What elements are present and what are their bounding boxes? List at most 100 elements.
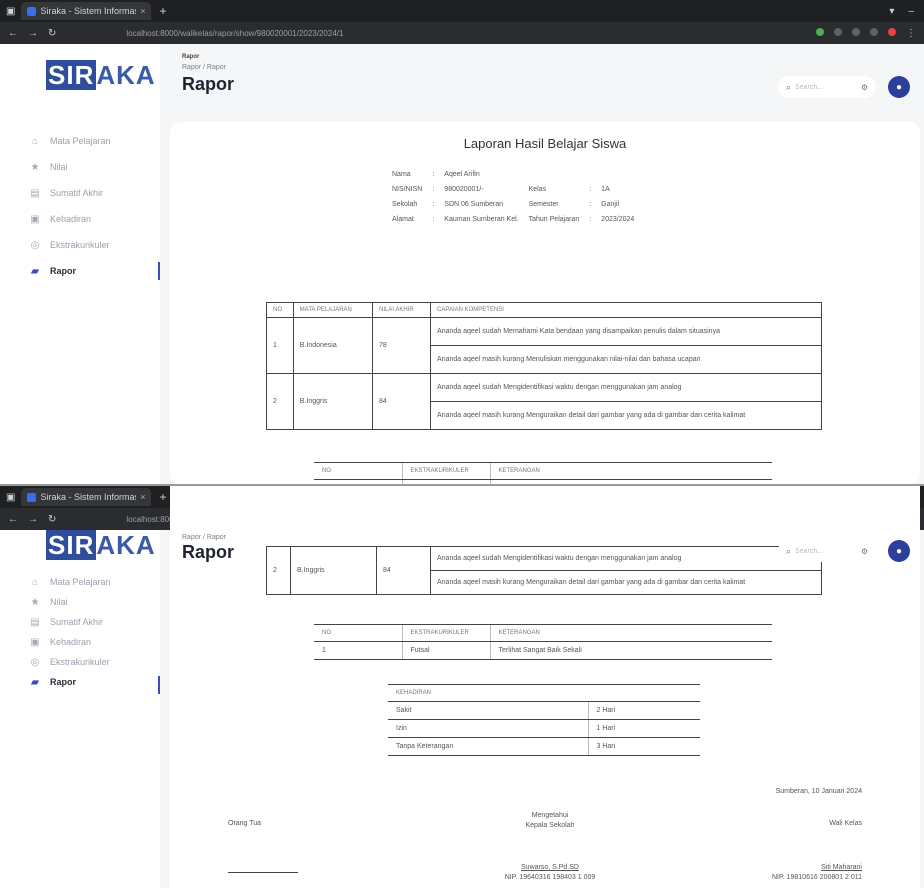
reload-icon[interactable]: ↻ [48, 28, 56, 39]
tab-title: Siraka - Sistem Informasi R... [40, 492, 136, 502]
favicon-icon [27, 6, 37, 16]
sidebar-item-mata-pelajaran[interactable]: ⌂ Mata Pelajaran [30, 572, 160, 592]
sidebar-nav: ⌂ Mata Pelajaran ★ Nilai ▤ Sumatif Akhir ▣ K… [30, 128, 160, 284]
header-section-label: Rapor [182, 54, 200, 60]
search-icon: ⌕ [786, 545, 792, 556]
attendance-header-row: KEHADIRAN [388, 684, 700, 702]
page-title: Rapor [182, 542, 235, 562]
sidebar-item-nilai[interactable]: ★ Nilai [30, 592, 160, 612]
settings-icon[interactable]: ⚙ [861, 83, 868, 92]
info-row: Nama: Aqeel Arifin [392, 171, 480, 178]
book-icon: ▰ [31, 265, 39, 277]
tab-title: Siraka - Sistem Informasi R... [40, 6, 136, 16]
forward-icon[interactable]: → [28, 28, 38, 39]
avatar[interactable]: ● [888, 540, 910, 562]
document-icon: ▤ [30, 187, 40, 199]
breadcrumb[interactable]: Rapor / Rapor [182, 534, 226, 541]
tab-bar: ▣ Siraka - Sistem Informasi R... × + ▾ – [0, 0, 924, 22]
app-area: 2 B.Inggris 84 Ananda aqeel sudah Mengid… [0, 486, 924, 888]
teacher-name: Siti Maharani [821, 864, 862, 871]
calendar-icon: ▣ [30, 636, 40, 648]
reload-icon[interactable]: ↻ [48, 514, 56, 525]
search-box[interactable]: ⌕ Search... ⚙ [778, 540, 876, 562]
tab-close-icon[interactable]: × [140, 6, 145, 16]
sidebar-item-sumatif-akhir[interactable]: ▤ Sumatif Akhir [30, 612, 160, 632]
browser-window-bottom: ▣ Siraka - Sistem Informasi R... × + ▾ –… [0, 486, 924, 888]
signature-head-role: Kepala Sekolah [525, 822, 575, 829]
alert-icon[interactable] [888, 27, 896, 36]
report-card: Laporan Hasil Belajar Siswa Nama: Aqeel A… [170, 122, 920, 484]
new-tab-button[interactable]: + [159, 490, 166, 504]
home-icon: ⌂ [31, 135, 39, 147]
sidebar: SIRAKA ⌂ Mata Pelajaran ★ Nilai ▤ Sumatif A… [0, 530, 160, 888]
sidebar-item-nilai[interactable]: ★ Nilai [30, 154, 160, 180]
page-header: Rapor Rapor / Rapor Rapor ⌕ Search... ⚙ … [160, 44, 924, 114]
place-date: Sumberan, 10 Januari 2024 [775, 788, 862, 795]
extension-icon[interactable] [816, 27, 824, 36]
address-bar: ← → ↻ localhost:8000/walikelas/rapor/sho… [0, 22, 924, 44]
grades-table: NO MATA PELAJARAN NILAI AKHIR CAPAIAN KO… [266, 302, 822, 430]
info-row: Alamat: Kauman Sumberan Kel. Tahun Pelajar… [392, 216, 635, 223]
back-icon[interactable]: ← [8, 514, 18, 525]
new-tab-button[interactable]: + [159, 4, 166, 18]
sidebar-nav: ⌂ Mata Pelajaran ★ Nilai ▤ Sumatif Akhir ▣ K… [30, 572, 160, 694]
page-header: Rapor / Rapor Rapor ⌕ Search... ⚙ ● [160, 530, 924, 570]
app-area: SIRAKA ⌂ Mata Pelajaran ★ Nilai ▤ Sumatif A… [0, 44, 924, 484]
window-min-button[interactable]: – [908, 6, 914, 17]
star-icon: ★ [30, 596, 40, 608]
siraka-logo[interactable]: SIRAKA [46, 530, 156, 561]
sidebar-item-ekstrakurikuler[interactable]: ◎ Ekstrakurikuler [30, 232, 160, 258]
browser-window-top: ▣ Siraka - Sistem Informasi R... × + ▾ –… [0, 0, 924, 484]
tab-close-icon[interactable]: × [140, 492, 145, 502]
calendar-icon: ▣ [30, 213, 40, 225]
search-box[interactable]: ⌕ Search... ⚙ [778, 76, 876, 98]
head-name: Suwarso, S.Pd.SD [521, 864, 579, 871]
star-icon: ★ [30, 161, 40, 173]
signature-teacher-label: Wali Kelas [829, 820, 862, 827]
student-info: Nama: Aqeel Arifin NIS/NISN:980020001/- Ke… [390, 166, 644, 228]
sidebar-item-kehadiran[interactable]: ▣ Kehadiran [30, 206, 160, 232]
sidebar-item-rapor[interactable]: ▰ Rapor [30, 258, 160, 284]
table-row: 1 B.Indonesia 78 Ananda aqeel sudah Mema… [266, 317, 822, 374]
search-input[interactable]: Search... [795, 548, 823, 555]
browser-tab[interactable]: Siraka - Sistem Informasi R... × [21, 2, 152, 20]
table-row: Izin 1 Hari [388, 719, 700, 738]
breadcrumb[interactable]: Rapor / Rapor [182, 64, 226, 71]
sidebar-item-kehadiran[interactable]: ▣ Kehadiran [30, 632, 160, 652]
siraka-logo[interactable]: SIRAKA [46, 60, 156, 91]
sidebar-item-ekstrakurikuler[interactable]: ◎ Ekstrakurikuler [30, 652, 160, 672]
book-icon: ▰ [31, 676, 39, 688]
download-icon[interactable] [870, 27, 878, 36]
browser-tab[interactable]: Siraka - Sistem Informasi R... × [21, 488, 152, 506]
ekskul-table: NO EKSTRAKURIKULER KETERANGAN 1 Futsal T… [314, 624, 772, 660]
minimize-icon[interactable]: ▾ [889, 6, 894, 17]
settings-icon[interactable]: ⚙ [861, 547, 868, 556]
avatar[interactable]: ● [888, 76, 910, 98]
attendance-table: KEHADIRAN Sakit 2 Hari Izin 1 Hari Tanpa K… [388, 684, 700, 756]
browser-menu-icon[interactable]: ⋮ [906, 28, 916, 39]
grades-header-row: NO MATA PELAJARAN NILAI AKHIR CAPAIAN KO… [266, 302, 822, 318]
profile-icon[interactable] [852, 27, 860, 36]
ekskul-header-row: NO EKSTRAKURIKULER KETERANGAN [314, 462, 772, 480]
table-row: Sakit 2 Hari [388, 701, 700, 720]
sidebar-item-sumatif-akhir[interactable]: ▤ Sumatif Akhir [30, 180, 160, 206]
ball-icon: ◎ [30, 239, 40, 251]
ball-icon: ◎ [30, 656, 40, 668]
url-field[interactable]: localhost:8000/walikelas/rapor/show/9800… [66, 29, 806, 38]
sidebar-item-rapor[interactable]: ▰ Rapor [30, 672, 160, 694]
report-title: Laporan Hasil Belajar Siswa [463, 136, 627, 151]
bookmark-icon[interactable] [834, 27, 842, 36]
document-icon: ▤ [30, 616, 40, 628]
favicon-icon [27, 492, 37, 502]
sidebar-item-mata-pelajaran[interactable]: ⌂ Mata Pelajaran [30, 128, 160, 154]
teacher-nip: NIP. 19810616 200801 2 011 [771, 874, 862, 881]
forward-icon[interactable]: → [28, 514, 38, 525]
window-menu-icon[interactable]: ▣ [6, 6, 15, 17]
back-icon[interactable]: ← [8, 28, 18, 39]
ekskul-header-row: NO EKSTRAKURIKULER KETERANGAN [314, 624, 772, 642]
signature-line-parent [228, 872, 298, 873]
search-input[interactable]: Search... [795, 84, 823, 91]
table-row: 2 B.Inggris 84 Ananda aqeel sudah Mengid… [266, 373, 822, 430]
extensions: ⋮ [816, 27, 916, 39]
window-menu-icon[interactable]: ▣ [6, 492, 15, 503]
